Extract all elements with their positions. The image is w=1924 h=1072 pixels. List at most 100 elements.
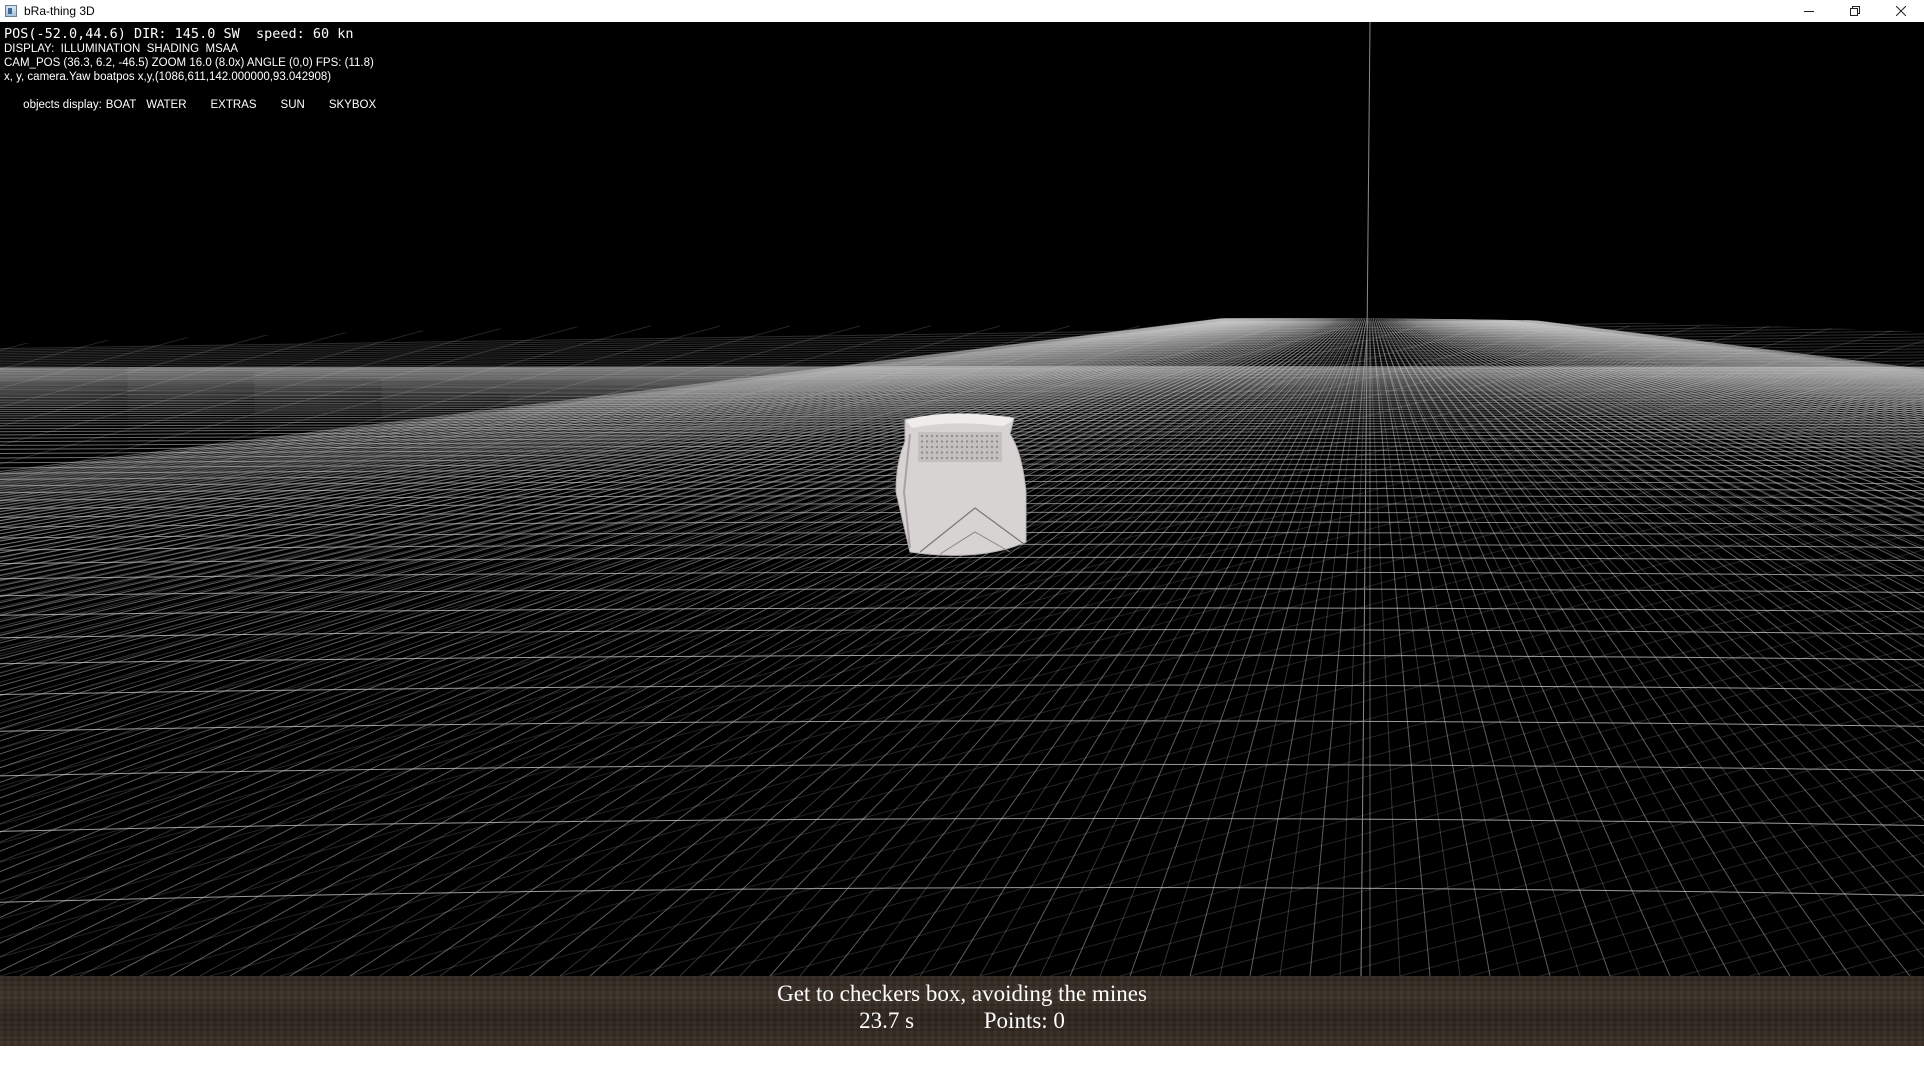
cabin-window-dot (955, 451, 959, 454)
cabin-window-dot (930, 434, 934, 438)
cabin-window-dot (925, 440, 929, 443)
minimize-button[interactable] (1786, 0, 1832, 22)
hud-camera-line: CAM_POS (36.3, 6.2, -46.5) ZOOM 16.0 (8.… (4, 57, 374, 69)
cabin-window-dot (950, 434, 954, 438)
cabin-window-dot (955, 445, 959, 449)
cabin-window-dot (945, 434, 949, 438)
app-icon (5, 5, 17, 17)
grid-diagonal-line (0, 325, 651, 976)
cabin-window-dot (995, 451, 999, 454)
cabin-window-dot (930, 456, 934, 460)
cabin-window-dot (940, 434, 944, 438)
cabin-window-dot (950, 440, 954, 443)
cabin-window-dot (995, 456, 999, 460)
cabin-window-dot (995, 434, 999, 438)
stats-line: 23.7 s Points: 0 (0, 1008, 1924, 1034)
cabin-window-dot (975, 445, 979, 449)
boat-model (895, 413, 1027, 556)
cabin-window-dot (980, 434, 984, 438)
object-sun: SUN (280, 99, 305, 111)
cabin-window-dot (980, 440, 984, 443)
cabin-window-dot (965, 434, 969, 438)
cabin-window-dot (930, 445, 934, 449)
cabin-window-dot (975, 451, 979, 454)
cabin-window-dot (940, 440, 944, 443)
points-text: Points: 0 (983, 1008, 1065, 1033)
window-bottom-margin (0, 1046, 1924, 1072)
cabin-window-dot (925, 445, 929, 449)
cabin-window-dot (930, 440, 934, 443)
cabin-window-dot (960, 456, 964, 460)
cabin-window-dot (935, 434, 939, 438)
cabin-window-dot (975, 434, 979, 438)
cabin-window-dot (935, 451, 939, 454)
hud-display-line: DISPLAY: ILLUMINATION SHADING MSAA (4, 43, 239, 55)
close-button[interactable] (1878, 0, 1924, 22)
grid-depth-line (0, 763, 1924, 777)
cabin-window-dot (935, 456, 939, 460)
cabin-window-dot (925, 434, 929, 438)
cabin-window-dot (950, 456, 954, 460)
cabin-window-dot (940, 445, 944, 449)
cabin-window-dot (990, 456, 994, 460)
restore-icon (1850, 6, 1860, 16)
cabin-window-dot (960, 445, 964, 449)
hud-boatpos-line: x, y, camera.Yaw boatpos x,y,(1086,611,1… (4, 71, 332, 83)
cabin-window-dot (980, 451, 984, 454)
cabin-window-dot (920, 434, 924, 438)
cabin-window-dot (955, 434, 959, 438)
cabin-window-dot (950, 445, 954, 449)
cabin-window-dot (920, 440, 924, 443)
cabin-window-dot (940, 456, 944, 460)
restore-button[interactable] (1832, 0, 1878, 22)
grid-converging-line (1279, 320, 1367, 976)
cabin-window-dot (975, 440, 979, 443)
cabin-window-dot (920, 456, 924, 460)
cabin-window-dot (970, 451, 974, 454)
cabin-window-dot (945, 451, 949, 454)
hud-position-line: POS(-52.0,44.6) DIR: 145.0 SW speed: 60 … (4, 26, 354, 42)
cabin-window-dot (995, 440, 999, 443)
close-icon (1896, 6, 1906, 16)
cabin-window-dot (985, 451, 989, 454)
cabin-window-dot (995, 445, 999, 449)
grid-depth-line (0, 654, 1924, 665)
object-extras: EXTRAS (210, 99, 257, 111)
cabin-window-dot (985, 456, 989, 460)
cabin-window-dot (960, 440, 964, 443)
timer-text: 23.7 s (859, 1008, 915, 1033)
cabin-window-dot (945, 440, 949, 443)
cabin-window-dot (940, 451, 944, 454)
cabin-window-dot (990, 445, 994, 449)
cabin-window-dot (920, 445, 924, 449)
objects-label: objects display: (23, 99, 102, 111)
cabin-window-dot (985, 445, 989, 449)
cabin-window-dot (930, 451, 934, 454)
cabin-window-dot (960, 434, 964, 438)
cabin-window-dot (965, 440, 969, 443)
object-boat: BOAT (105, 99, 137, 111)
cabin-window-dot (985, 434, 989, 438)
cabin-window-dot (945, 445, 949, 449)
game-viewport[interactable]: POS(-52.0,44.6) DIR: 145.0 SW speed: 60 … (0, 22, 1924, 1046)
cabin-window-dot (950, 451, 954, 454)
cabin-window-dot (955, 440, 959, 443)
cabin-window-dot (945, 456, 949, 460)
objective-bar: Get to checkers box, avoiding the mines … (0, 976, 1924, 1046)
cabin-window-dot (970, 434, 974, 438)
grid-converging-line (1039, 320, 1360, 976)
cabin-window-dot (990, 440, 994, 443)
cabin-window-dot (965, 451, 969, 454)
debug-hud: POS(-52.0,44.6) DIR: 145.0 SW speed: 60 … (4, 26, 388, 126)
window-controls (1786, 0, 1924, 22)
cabin-window-dot (990, 451, 994, 454)
grid-converging-line (1129, 318, 1365, 976)
hud-objects-line: objects display: BOAT WATER EXTRAS SUN SKYBOX (4, 84, 388, 126)
cabin-window-dot (935, 440, 939, 443)
objective-text: Get to checkers box, avoiding the mines (777, 981, 1147, 1006)
cabin-window-dot (955, 456, 959, 460)
cabin-window-dot (990, 434, 994, 438)
minimize-icon (1804, 11, 1814, 12)
boat-cabin (918, 432, 1002, 462)
water-grid-scene (0, 22, 1924, 977)
